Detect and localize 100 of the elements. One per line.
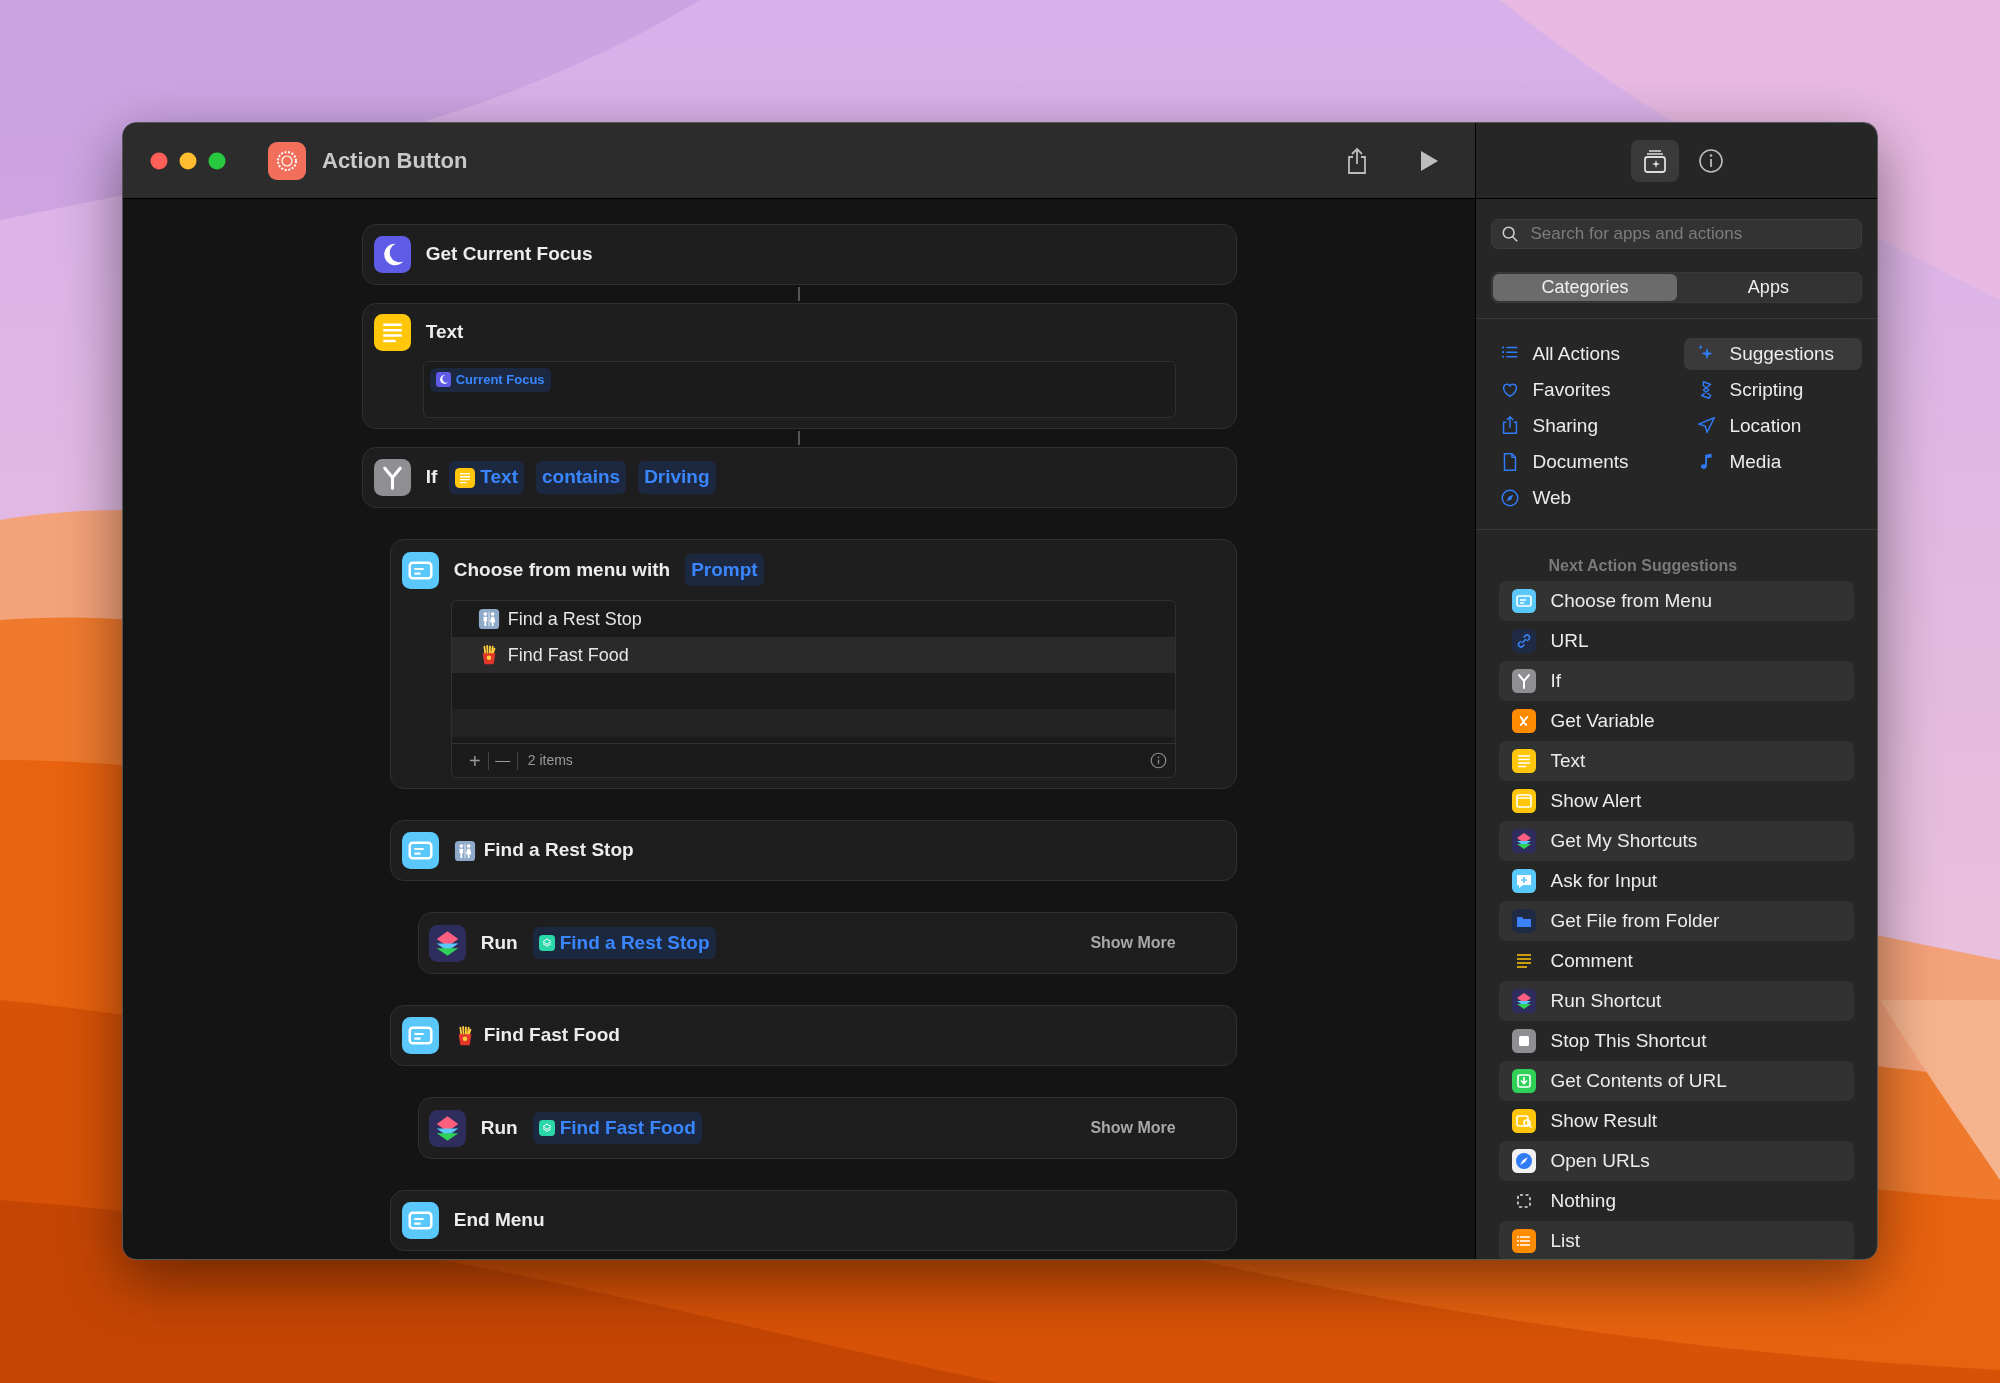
suggestion-item[interactable]: Show Alert — [1499, 781, 1854, 821]
category-item[interactable]: Suggestions — [1684, 338, 1863, 370]
compass-icon — [1512, 1149, 1537, 1173]
variable-token[interactable]: Find Fast Food — [532, 1111, 702, 1145]
variable-token[interactable]: contains — [536, 461, 627, 494]
suggestion-item[interactable]: Nothing — [1499, 1181, 1854, 1221]
folder-icon — [1512, 909, 1537, 933]
category-item[interactable]: Scripting — [1684, 374, 1863, 406]
info-icon — [1697, 147, 1724, 174]
action-title: Run — [480, 1115, 518, 1140]
suggestion-item[interactable]: URL — [1499, 621, 1854, 661]
action-title: Run — [480, 930, 518, 955]
category-item[interactable]: Location — [1684, 410, 1863, 442]
search-icon — [1501, 225, 1520, 243]
window-title: Action Button — [322, 147, 468, 175]
category-item[interactable]: Web — [1487, 482, 1685, 514]
action-card[interactable]: Find a Rest Stop — [389, 820, 1237, 881]
menu-icon — [401, 551, 439, 589]
shortcuts-icon — [428, 924, 466, 962]
shortcut-icon — [538, 935, 555, 951]
variable-icon — [1512, 709, 1537, 733]
action-title: If — [425, 465, 438, 490]
chat-icon — [1512, 869, 1537, 893]
variable-token[interactable]: Find a Rest Stop — [532, 926, 716, 960]
action-card[interactable]: Run Find a Rest Stop Show More — [417, 912, 1237, 974]
restroom-icon — [453, 839, 476, 862]
suggestion-item[interactable]: Stop This Shortcut — [1499, 1021, 1854, 1061]
play-icon — [1419, 149, 1440, 172]
moon-icon — [373, 236, 411, 273]
variable-token[interactable]: Text — [449, 461, 524, 494]
list-icon — [1512, 1229, 1537, 1253]
alert-icon — [1512, 789, 1537, 813]
menu-item[interactable]: Find a Rest Stop — [451, 601, 1175, 637]
download-icon — [1512, 1069, 1537, 1093]
branch-icon — [1512, 669, 1537, 693]
action-title: End Menu — [453, 1208, 545, 1233]
branch-icon — [373, 459, 411, 496]
suggestion-item[interactable]: Open URLs — [1499, 1141, 1854, 1181]
action-card[interactable]: Choose from menu with Prompt Find a Rest Stop Find Fast Food + — 2 items — [389, 539, 1237, 789]
app-icon — [268, 141, 306, 180]
action-card[interactable]: Get Current Focus — [361, 224, 1237, 285]
variable-token[interactable]: Prompt — [685, 553, 764, 587]
action-card[interactable]: Run Find Fast Food Show More — [417, 1097, 1237, 1159]
action-title: Get Current Focus — [425, 242, 593, 267]
category-item[interactable]: Documents — [1487, 446, 1685, 478]
show-more-button[interactable]: Show More — [1090, 931, 1176, 955]
suggestion-item[interactable]: Get Variable — [1499, 701, 1854, 741]
action-title: Find a Rest Stop — [483, 838, 634, 863]
suggestion-item[interactable]: Text — [1499, 741, 1854, 781]
suggestion-item[interactable]: Show Result — [1499, 1101, 1854, 1141]
show-more-button[interactable]: Show More — [1090, 1116, 1176, 1140]
action-title: Text — [425, 320, 464, 345]
action-title: Choose from menu with — [453, 557, 671, 582]
library-tab[interactable] — [1630, 139, 1679, 182]
action-card[interactable]: If Text contains Driving — [361, 447, 1237, 508]
suggestion-item[interactable]: Get File from Folder — [1499, 901, 1854, 941]
shortcuts-icon — [1512, 989, 1537, 1013]
result-icon — [1512, 1109, 1537, 1133]
suggestion-item[interactable]: Choose from Menu — [1499, 581, 1854, 621]
category-item[interactable]: Favorites — [1487, 374, 1685, 406]
category-item[interactable]: Sharing — [1487, 410, 1685, 442]
suggestion-item[interactable]: Get My Shortcuts — [1499, 821, 1854, 861]
variable-token[interactable]: Driving — [638, 461, 716, 494]
text-field[interactable]: Current Focus — [422, 361, 1176, 418]
moon-icon — [435, 372, 451, 388]
remove-button[interactable]: — — [488, 749, 517, 772]
shortcuts-icon — [1512, 829, 1537, 853]
suggestion-item[interactable]: Get Contents of URL — [1499, 1061, 1854, 1101]
suggestion-item[interactable]: Run Shortcut — [1499, 981, 1854, 1021]
category-item[interactable]: Media — [1684, 446, 1863, 478]
menu-icon — [1512, 589, 1537, 613]
segment-tab[interactable]: Categories — [1493, 274, 1677, 301]
menu-icon — [401, 1202, 439, 1239]
add-button[interactable]: + — [461, 745, 488, 776]
action-card[interactable]: Text Current Focus — [361, 303, 1237, 429]
item-count: 2 items — [527, 751, 573, 770]
menu-item[interactable]: Find Fast Food — [451, 637, 1175, 673]
text-icon — [373, 314, 411, 351]
action-title: Find Fast Food — [483, 1023, 620, 1048]
action-card[interactable]: End Menu — [389, 1190, 1237, 1251]
info-icon — [1149, 752, 1167, 769]
menu-icon — [401, 832, 439, 869]
suggestion-item[interactable]: If — [1499, 661, 1854, 701]
action-card[interactable]: Find Fast Food — [389, 1005, 1237, 1066]
search-field[interactable]: Search for apps and actions — [1491, 219, 1862, 249]
stop-icon — [1512, 1029, 1537, 1053]
variable-token[interactable]: Current Focus — [429, 368, 551, 392]
segment-tab[interactable]: Apps — [1676, 274, 1860, 301]
shortcuts-icon — [428, 1109, 466, 1147]
section-header: Next Action Suggestions — [1548, 556, 1739, 576]
suggestion-item[interactable]: Comment — [1499, 941, 1854, 981]
link-icon — [1512, 629, 1537, 653]
category-item[interactable]: All Actions — [1487, 338, 1685, 370]
text-icon — [455, 467, 476, 488]
suggestion-item[interactable]: List — [1499, 1221, 1854, 1259]
menu-icon — [401, 1017, 439, 1054]
restroom-icon — [477, 608, 500, 630]
shortcut-icon — [538, 1120, 555, 1136]
suggestion-item[interactable]: Ask for Input — [1499, 861, 1854, 901]
text-icon — [1512, 749, 1537, 773]
